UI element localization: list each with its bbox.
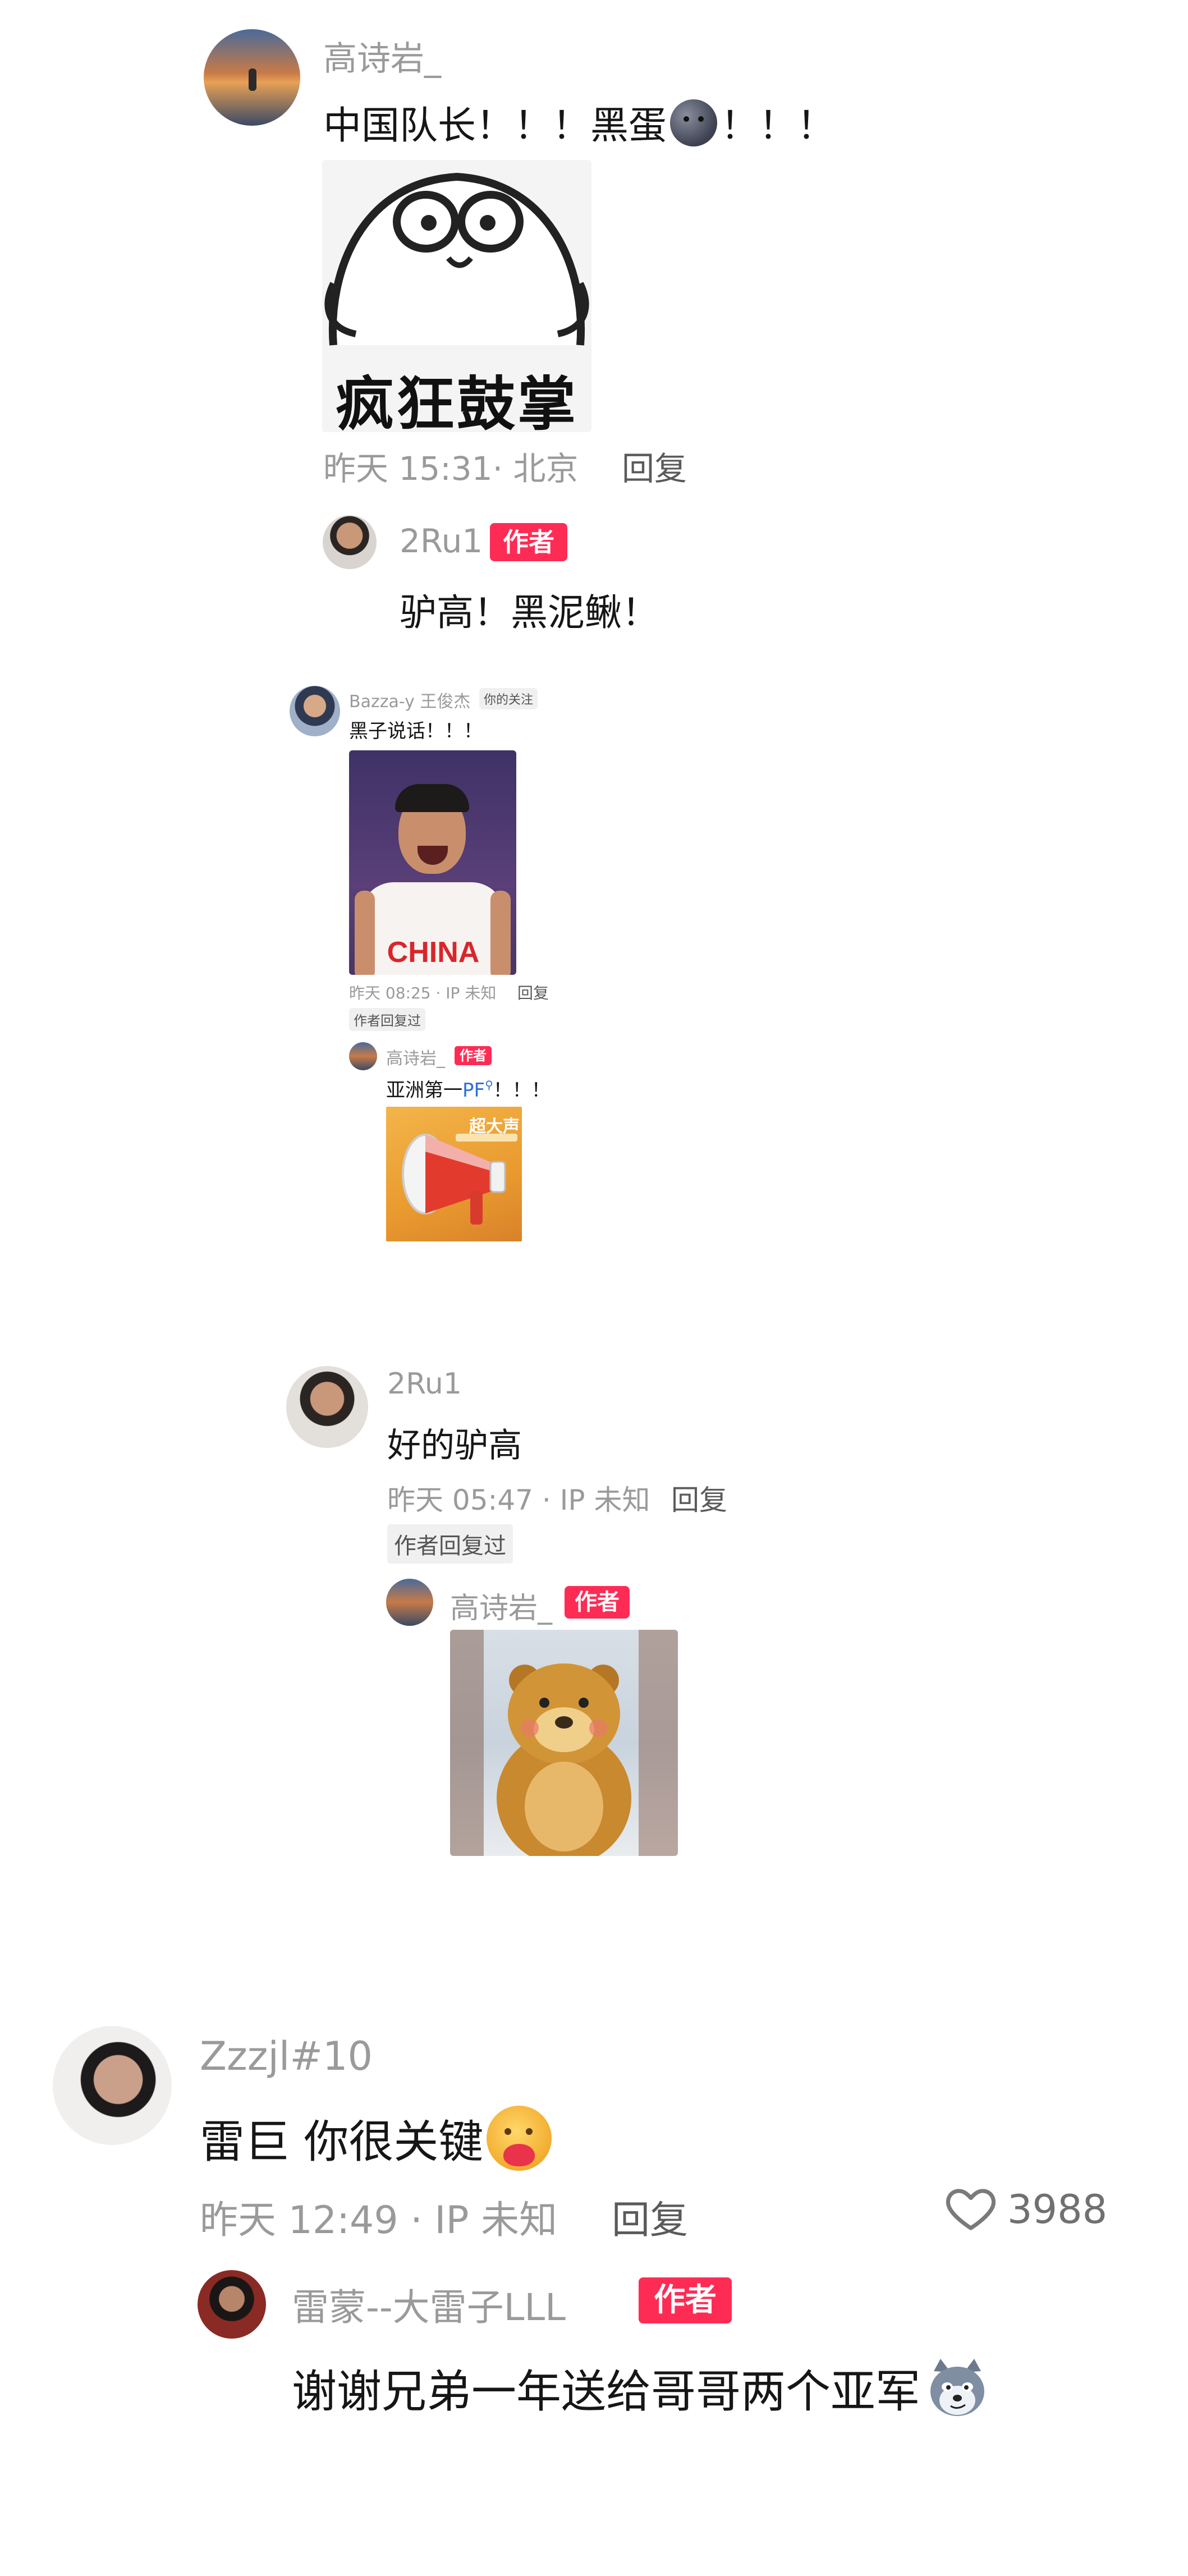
sub-reply-text-suffix: ！！！ bbox=[493, 1079, 551, 1102]
hug-emoji-icon bbox=[487, 2106, 552, 2171]
reply-author[interactable]: 2Ru1 bbox=[400, 522, 483, 560]
avatar[interactable] bbox=[290, 686, 340, 736]
sub-reply-author[interactable]: 高诗岩_ bbox=[386, 1044, 445, 1069]
comment-timestamp: 昨天 05:47 · IP 未知 bbox=[387, 1484, 650, 1516]
comment-author[interactable]: Zzzjl#10 bbox=[200, 2033, 373, 2079]
sub-reply-text: 亚洲第一PF⚲！！！ bbox=[386, 1075, 551, 1102]
avatar[interactable] bbox=[198, 2270, 266, 2339]
search-link[interactable]: PF bbox=[462, 1079, 485, 1102]
sub-reply-text-main: 亚洲第一 bbox=[386, 1079, 462, 1102]
quoted-author[interactable]: Bazza-y 王俊杰 bbox=[349, 687, 470, 712]
megaphone-image[interactable]: 超大声 bbox=[386, 1107, 522, 1241]
avatar[interactable] bbox=[53, 2026, 172, 2145]
avatar[interactable] bbox=[349, 1042, 377, 1070]
player-photo[interactable]: CHINA bbox=[349, 750, 516, 975]
comment-text: 好的驴高 bbox=[387, 1426, 522, 1465]
comment-author[interactable]: 2Ru1 bbox=[387, 1367, 462, 1401]
sticker-face-icon bbox=[324, 172, 589, 346]
comment-author[interactable]: 高诗岩_ bbox=[323, 31, 441, 80]
reply-button[interactable]: 回复 bbox=[517, 981, 549, 1003]
dark-moon-emoji-icon bbox=[670, 99, 718, 146]
author-badge: 作者 bbox=[639, 2277, 732, 2323]
author-replied-tag: 作者回复过 bbox=[349, 1008, 425, 1031]
author-badge: 作者 bbox=[455, 1046, 492, 1065]
avatar[interactable] bbox=[204, 29, 300, 126]
reply-text: 驴高！黑泥鳅！ bbox=[400, 591, 659, 634]
heart-icon bbox=[946, 2189, 996, 2230]
sub-reply-text-main: 谢谢兄弟一年送给哥哥两个亚军 bbox=[292, 2366, 920, 2418]
quoted-timestamp: 昨天 08:25 · IP 未知 bbox=[349, 984, 497, 1002]
avatar[interactable] bbox=[323, 515, 377, 569]
follow-tag: 你的关注 bbox=[479, 688, 538, 709]
like-count: 3988 bbox=[1007, 2187, 1108, 2233]
reply-button[interactable]: 回复 bbox=[622, 442, 687, 489]
megaphone-icon bbox=[402, 1134, 506, 1225]
like-button[interactable]: 3988 bbox=[943, 2176, 1122, 2238]
quoted-text: 黑子说话！！！ bbox=[349, 720, 483, 742]
comment-text-main: 中国队长！！！黑蛋 bbox=[323, 104, 667, 148]
comment-text-main: 雷巨 你很关键 bbox=[200, 2116, 484, 2168]
comment-timestamp: 昨天 15:31· 北京 bbox=[323, 450, 579, 488]
sub-reply-author[interactable]: 雷蒙--大雷子LLL bbox=[292, 2277, 566, 2331]
reply-button[interactable]: 回复 bbox=[671, 1478, 727, 1518]
avatar[interactable] bbox=[286, 1366, 368, 1448]
sticker-image[interactable]: 疯狂鼓掌 bbox=[322, 160, 591, 432]
author-badge: 作者 bbox=[565, 1586, 630, 1619]
comment-text: 中国队长！！！黑蛋 ！！！ bbox=[323, 94, 835, 150]
comment-text-suffix: ！！！ bbox=[721, 104, 836, 148]
sticker-caption: 疯狂鼓掌 bbox=[335, 370, 578, 432]
bear-icon bbox=[497, 1663, 631, 1856]
sub-reply-text: 谢谢兄弟一年送给哥哥两个亚军 bbox=[292, 2354, 991, 2422]
author-badge: 作者 bbox=[490, 523, 567, 561]
jersey-text: CHINA bbox=[387, 936, 480, 969]
comment-text: 雷巨 你很关键 bbox=[200, 2106, 552, 2171]
reply-button[interactable]: 回复 bbox=[612, 2189, 688, 2244]
sub-reply-author[interactable]: 高诗岩_ bbox=[450, 1584, 552, 1626]
wolf-emoji-icon bbox=[924, 2354, 991, 2422]
search-icon: ⚲ bbox=[485, 1078, 493, 1092]
bear-sticker-image[interactable] bbox=[450, 1630, 678, 1856]
avatar[interactable] bbox=[386, 1579, 433, 1626]
author-replied-tag: 作者回复过 bbox=[387, 1524, 513, 1564]
comment-timestamp: 昨天 12:49 · IP 未知 bbox=[200, 2198, 558, 2243]
